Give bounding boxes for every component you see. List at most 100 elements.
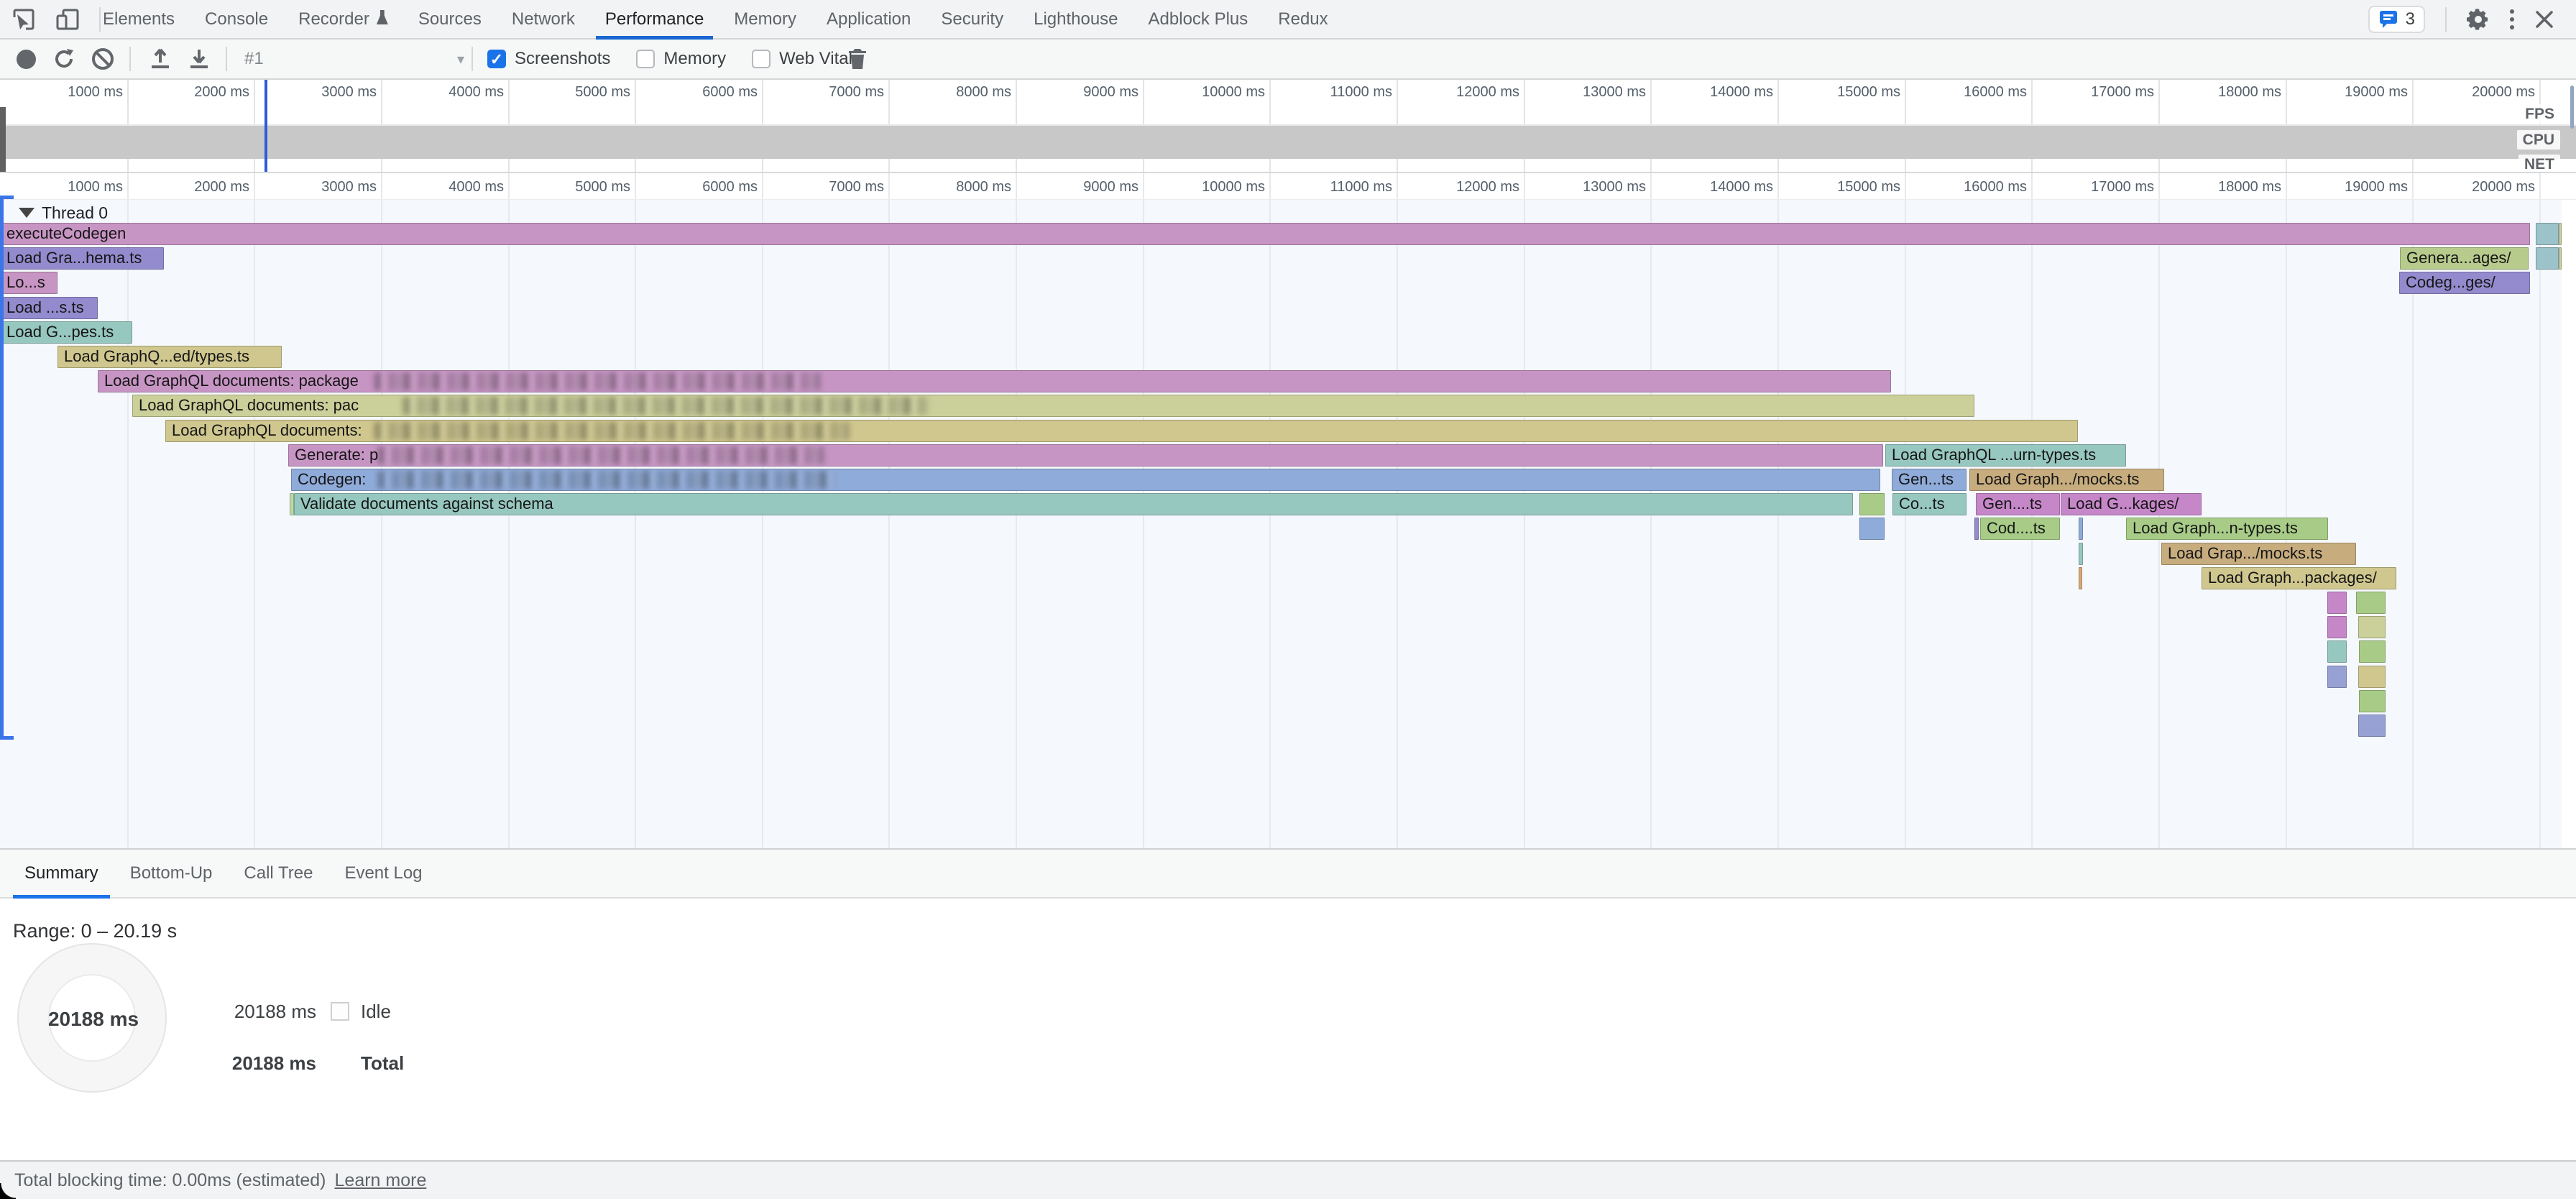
redacted-blur-region xyxy=(403,397,928,415)
flame-bar[interactable]: Load Gra...hema.ts xyxy=(0,247,164,270)
checkbox-checked-icon: ✓ xyxy=(487,50,506,68)
tab-redux[interactable]: Redux xyxy=(1263,0,1343,38)
flame-bar[interactable]: Load GraphQL documents: pac xyxy=(132,395,1974,417)
flame-bar[interactable]: Load Graph.../mocks.ts xyxy=(1969,469,2164,491)
fps-lane-label: FPS xyxy=(2519,104,2560,124)
flame-bar-small[interactable] xyxy=(2536,223,2559,245)
tab-network[interactable]: Network xyxy=(497,0,590,38)
overview-left-handle[interactable] xyxy=(0,107,6,173)
flame-bar-small[interactable] xyxy=(1974,518,1979,540)
flame-bar[interactable]: Codeg...ges/ xyxy=(2399,272,2530,294)
profile-select[interactable]: #1 ▾ xyxy=(244,40,464,78)
details-tab-event-log[interactable]: Event Log xyxy=(328,850,438,897)
flame-bar-small[interactable] xyxy=(2358,666,2386,688)
summary-donut-chart: 20188 ms xyxy=(17,943,167,1093)
tab-application[interactable]: Application xyxy=(811,0,926,38)
flame-bar[interactable]: Load GraphQL documents: xyxy=(165,420,2078,442)
details-tab-summary[interactable]: Summary xyxy=(9,850,114,897)
memory-checkbox[interactable]: Memory xyxy=(636,49,726,69)
tab-adblock-plus[interactable]: Adblock Plus xyxy=(1133,0,1264,38)
save-profile-icon[interactable] xyxy=(187,40,211,78)
flame-bar-small[interactable] xyxy=(2536,247,2559,270)
flame-bar[interactable]: Load GraphQL ...urn-types.ts xyxy=(1885,444,2126,467)
tab-sources[interactable]: Sources xyxy=(403,0,497,38)
flame-chart[interactable]: 1000 ms2000 ms3000 ms4000 ms5000 ms6000 … xyxy=(0,173,2576,848)
flame-bar[interactable]: Load ...s.ts xyxy=(0,297,98,319)
flame-bar[interactable]: Load G...kages/ xyxy=(2061,493,2202,515)
close-devtools-icon[interactable] xyxy=(2534,9,2554,29)
flame-bar-label: Load Graph.../mocks.ts xyxy=(1976,470,2139,488)
ruler-tick-label: 7000 ms xyxy=(762,175,884,196)
collapse-triangle-icon[interactable] xyxy=(19,208,34,218)
flame-bar-label: Codegen: xyxy=(298,470,366,488)
flame-bar-small[interactable] xyxy=(2327,616,2347,638)
flame-bar[interactable]: Generate: p xyxy=(288,444,1883,467)
flame-bar-small[interactable] xyxy=(1859,518,1885,540)
tab-security[interactable]: Security xyxy=(926,0,1018,38)
device-toolbar-icon[interactable] xyxy=(55,6,80,32)
more-options-icon[interactable] xyxy=(2510,17,2514,22)
flame-bar-small[interactable] xyxy=(2356,592,2386,614)
tab-memory[interactable]: Memory xyxy=(719,0,811,38)
thread-header[interactable]: Thread 0 xyxy=(19,202,108,224)
flame-bar-label: Co...ts xyxy=(1899,495,1945,513)
flame-bar-small[interactable] xyxy=(2359,690,2386,712)
flame-bar[interactable]: Load G...pes.ts xyxy=(0,321,132,344)
flame-bar[interactable]: Co...ts xyxy=(1892,493,1966,515)
flame-bar-small[interactable] xyxy=(2559,247,2562,270)
overview-cursor-marker xyxy=(264,80,267,172)
flame-bar[interactable]: Genera...ages/ xyxy=(2400,247,2529,270)
learn-more-link[interactable]: Learn more xyxy=(335,1170,427,1191)
flame-bar[interactable]: executeCodegen xyxy=(0,223,2530,245)
chevron-down-icon: ▾ xyxy=(457,50,464,68)
flame-bar[interactable]: Load Grap.../mocks.ts xyxy=(2161,543,2356,565)
settings-gear-icon[interactable] xyxy=(2467,8,2490,31)
flame-bar-small[interactable] xyxy=(2559,223,2562,245)
clear-button[interactable] xyxy=(91,40,115,78)
garbage-collect-icon[interactable] xyxy=(847,40,868,78)
flame-bar-small[interactable] xyxy=(2079,567,2082,589)
flame-bar[interactable]: Load Graph...packages/ xyxy=(2202,567,2396,589)
flame-bar[interactable]: Gen....ts xyxy=(1976,493,2060,515)
screenshots-label: Screenshots xyxy=(515,49,610,69)
flame-bar[interactable]: Load Graph...n-types.ts xyxy=(2126,518,2328,540)
flame-bar[interactable]: Lo...s xyxy=(0,272,58,294)
flame-bar-small[interactable] xyxy=(2079,518,2083,540)
flame-bar[interactable]: Load GraphQ...ed/types.ts xyxy=(58,346,282,368)
flame-bar-small[interactable] xyxy=(2079,543,2083,565)
details-tab-bottom-up[interactable]: Bottom-Up xyxy=(114,850,229,897)
tab-recorder[interactable]: Recorder xyxy=(283,0,403,38)
flame-bar-small[interactable] xyxy=(2358,616,2386,638)
webvitals-checkbox[interactable]: Web Vitals xyxy=(752,49,861,69)
reload-and-record-button[interactable] xyxy=(52,40,76,78)
inspect-element-icon[interactable] xyxy=(12,7,36,32)
flame-bar[interactable]: Codegen: xyxy=(291,469,1880,491)
tab-performance[interactable]: Performance xyxy=(590,0,719,38)
flame-bar[interactable]: Cod....ts xyxy=(1980,518,2060,540)
flame-bar[interactable]: Load GraphQL documents: package xyxy=(98,370,1891,392)
overview-scrollbar-thumb[interactable] xyxy=(2570,86,2574,129)
flame-bar-label: Gen....ts xyxy=(1982,495,2042,513)
issues-badge[interactable]: 3 xyxy=(2368,6,2425,33)
flame-bar[interactable]: Validate documents against schema xyxy=(294,493,1853,515)
redacted-blur-region xyxy=(374,422,849,440)
load-profile-icon[interactable] xyxy=(148,40,172,78)
tab-console[interactable]: Console xyxy=(190,0,283,38)
details-tab-call-tree[interactable]: Call Tree xyxy=(228,850,328,897)
flame-bar-small[interactable] xyxy=(2358,715,2386,737)
toolbar-divider xyxy=(226,47,227,71)
flame-bar-small[interactable] xyxy=(2359,640,2386,663)
flame-bar-small[interactable] xyxy=(2327,666,2347,688)
panel-tabs: ElementsConsoleRecorderSourcesNetworkPer… xyxy=(88,0,1343,38)
flame-bar-small[interactable] xyxy=(2327,640,2347,663)
ruler-tick-label: 5000 ms xyxy=(508,175,630,196)
flame-bar-small[interactable] xyxy=(2327,592,2347,614)
timeline-overview[interactable]: 1000 ms2000 ms3000 ms4000 ms5000 ms6000 … xyxy=(0,80,2576,173)
screenshots-checkbox[interactable]: ✓ Screenshots xyxy=(487,49,610,69)
tab-lighthouse[interactable]: Lighthouse xyxy=(1018,0,1133,38)
record-button[interactable] xyxy=(17,40,36,78)
tab-elements[interactable]: Elements xyxy=(88,0,190,38)
flame-bar[interactable]: Gen...ts xyxy=(1892,469,1966,491)
flame-bar-small[interactable] xyxy=(1859,493,1885,515)
donut-total-label: 20188 ms xyxy=(19,1008,168,1031)
